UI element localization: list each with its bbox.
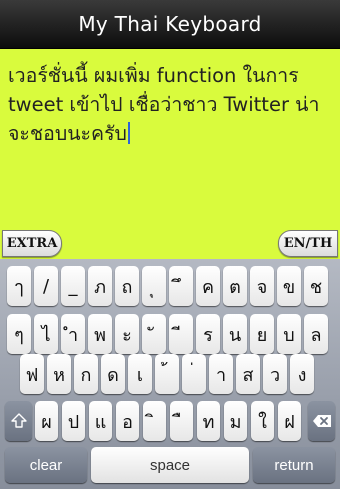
key[interactable]: ภ xyxy=(88,266,112,306)
backspace-icon xyxy=(312,415,331,427)
extra-button[interactable]: EXTRA xyxy=(2,230,62,257)
keyboard-row-2: ๆ ไ ำ พ ะ ั ี ร น ย บ ล xyxy=(0,314,340,356)
editor-content[interactable]: เวอร์ชั่นนี้ ผมเพิ่ม function ในการ twee… xyxy=(8,61,332,148)
language-toggle-button[interactable]: EN/TH xyxy=(278,230,338,257)
key[interactable]: ด xyxy=(101,354,125,394)
key[interactable]: ะ xyxy=(115,314,139,354)
key[interactable]: ข xyxy=(277,266,301,306)
app-title: My Thai Keyboard xyxy=(78,12,262,36)
key[interactable]: พ xyxy=(88,314,112,354)
keyboard-row-4: ผ ป แ อ ิ ื ท ม ใ ฝ xyxy=(0,401,340,443)
key[interactable]: ผ xyxy=(35,401,58,441)
delete-key[interactable] xyxy=(308,401,335,441)
key[interactable]: ล xyxy=(304,314,328,354)
key[interactable]: ฟ xyxy=(20,354,44,394)
key[interactable]: เ xyxy=(128,354,152,394)
key[interactable]: ี xyxy=(169,314,193,354)
key[interactable]: ถ xyxy=(115,266,139,306)
key[interactable]: ั xyxy=(142,314,166,354)
thai-keyboard: ๅ / _ ภ ถ ุ ึ ค ต จ ข ช ๆ ไ ำ พ ะ ั ี ร … xyxy=(0,259,340,489)
key[interactable]: น xyxy=(223,314,247,354)
key[interactable]: ึ xyxy=(169,266,193,306)
key[interactable]: ใ xyxy=(251,401,274,441)
space-label: space xyxy=(149,456,191,474)
clear-label: clear xyxy=(29,456,63,474)
key[interactable]: ย xyxy=(250,314,274,354)
key[interactable]: ร xyxy=(196,314,220,354)
key[interactable]: ุ xyxy=(142,266,166,306)
key[interactable]: บ xyxy=(277,314,301,354)
key[interactable]: ื xyxy=(170,401,193,441)
key[interactable]: ห xyxy=(47,354,71,394)
clear-button[interactable]: clear xyxy=(5,447,87,483)
key[interactable]: ง xyxy=(290,354,314,394)
key[interactable]: ๅ xyxy=(7,266,31,306)
shift-key[interactable] xyxy=(5,401,32,441)
text-caret xyxy=(127,122,130,144)
key[interactable]: ไ xyxy=(34,314,58,354)
key[interactable]: ิ xyxy=(143,401,166,441)
title-bar: My Thai Keyboard xyxy=(0,0,340,49)
key[interactable]: ต xyxy=(223,266,247,306)
key[interactable]: ค xyxy=(196,266,220,306)
key[interactable]: ฝ xyxy=(278,401,301,441)
keyboard-row-1: ๅ / _ ภ ถ ุ ึ ค ต จ ข ช xyxy=(0,266,340,308)
key[interactable]: _ xyxy=(61,266,85,306)
key[interactable]: ว xyxy=(263,354,287,394)
space-key[interactable]: space xyxy=(91,447,249,483)
key[interactable]: ม xyxy=(224,401,247,441)
language-toggle-label: EN/TH xyxy=(283,236,333,251)
key[interactable]: ป xyxy=(62,401,85,441)
extra-button-label: EXTRA xyxy=(6,236,58,251)
key[interactable]: ำ xyxy=(61,314,85,354)
editor-text: เวอร์ชั่นนี้ ผมเพิ่ม function ในการ twee… xyxy=(8,64,320,145)
text-editor[interactable]: เวอร์ชั่นนี้ ผมเพิ่ม function ในการ twee… xyxy=(0,49,340,259)
key[interactable]: ้ xyxy=(155,354,179,394)
key[interactable]: แ xyxy=(89,401,112,441)
key[interactable]: ช xyxy=(304,266,328,306)
return-key[interactable]: return xyxy=(253,447,335,483)
shift-arrow-icon xyxy=(10,413,27,428)
keyboard-row-3: ฟ ห ก ด เ ้ ่ า ส ว ง xyxy=(0,354,340,396)
return-label: return xyxy=(274,456,314,474)
key[interactable]: อ xyxy=(116,401,139,441)
key[interactable]: า xyxy=(209,354,233,394)
key[interactable]: ส xyxy=(236,354,260,394)
key[interactable]: ่ xyxy=(182,354,206,394)
key[interactable]: ท xyxy=(197,401,220,441)
key[interactable]: ก xyxy=(74,354,98,394)
key[interactable]: ๆ xyxy=(7,314,31,354)
key[interactable]: / xyxy=(34,266,58,306)
key[interactable]: จ xyxy=(250,266,274,306)
